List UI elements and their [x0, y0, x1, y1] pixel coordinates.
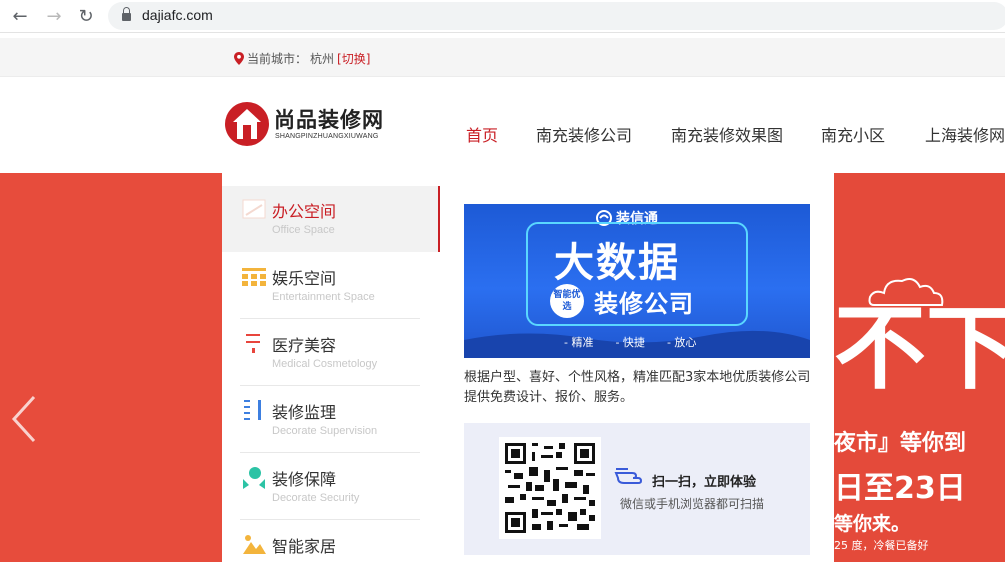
promo-banner[interactable]: 装信通 大数据 智能优选 装修公司 - 精准 - 快捷 - 放心: [464, 204, 810, 358]
promo-tag: - 快捷: [615, 336, 645, 349]
poster-line: 25 度，冷餐已备好: [834, 539, 929, 552]
site-header: 尚品装修网 SHANGPINZHUANGXIUWANG 首页 南充装修公司 南充…: [0, 77, 1005, 173]
current-city-label: 当前城市：: [247, 52, 308, 66]
city-switch-link[interactable]: [切换]: [337, 50, 370, 67]
menu-item-security[interactable]: 装修保障 Decorate Security: [240, 454, 420, 520]
main-nav: 首页 南充装修公司 南充装修效果图 南充小区 上海装修网: [466, 122, 1005, 146]
poster-line: 夜市』等你到: [834, 431, 967, 456]
nav-item-decoration-effects[interactable]: 南充装修效果图: [671, 122, 821, 146]
city-bar: 当前城市： 杭州 [切换]: [0, 38, 1005, 77]
location-pin-icon: [234, 52, 244, 65]
back-arrow-icon[interactable]: ←: [8, 4, 32, 28]
menu-subtitle: Decorate Security: [272, 492, 360, 504]
logo-mark-icon: [224, 101, 270, 147]
menu-item-supervision[interactable]: 装修监理 Decorate Supervision: [240, 387, 420, 453]
qr-section: 扫一扫，立即体验 微信或手机浏览器都可扫描: [464, 423, 810, 555]
security-icon: [242, 465, 266, 489]
url-text[interactable]: dajiafc.com: [142, 7, 213, 23]
qr-title: 扫一扫，立即体验: [652, 475, 757, 490]
qr-subtitle: 微信或手机浏览器都可扫描: [620, 497, 765, 511]
supervision-icon: [242, 398, 266, 422]
chevron-left-icon[interactable]: [10, 395, 40, 443]
event-poster[interactable]: 不下 夜市』等你到 日至23日 等你来。 25 度，冷餐已备好: [834, 173, 1005, 562]
menu-subtitle: Decorate Supervision: [272, 425, 378, 437]
menu-title: 装修保障: [272, 470, 337, 489]
menu-subtitle: Medical Cosmetology: [272, 358, 378, 370]
lock-icon: [122, 7, 131, 22]
promo-tag: - 放心: [666, 336, 697, 349]
promo-badge: 智能优选: [550, 284, 584, 318]
entertainment-icon: [242, 264, 266, 288]
menu-item-smart-home[interactable]: 智能家居: [240, 521, 420, 562]
smart-home-icon: [242, 532, 266, 556]
browser-toolbar: ← → ↻ dajiafc.com: [0, 0, 1005, 33]
nav-item-shanghai[interactable]: 上海装修网: [925, 122, 1005, 146]
promo-description: 根据户型、喜好、个性风格，精准匹配3家本地优质装修公司提供免费设计、报价、服务。: [464, 370, 811, 405]
logo-title: 尚品装修网: [274, 108, 384, 132]
menu-item-office[interactable]: 办公空间 Office Space: [222, 186, 440, 252]
promo-headline: 大数据: [554, 240, 680, 286]
category-menu: 办公空间 Office Space 娱乐空间 Entertainment Spa…: [222, 173, 440, 562]
reload-icon[interactable]: ↻: [74, 4, 98, 28]
menu-item-medical[interactable]: 医疗美容 Medical Cosmetology: [240, 320, 420, 386]
menu-title: 办公空间: [272, 202, 337, 221]
menu-subtitle: Office Space: [272, 224, 335, 236]
menu-title: 智能家居: [272, 537, 337, 556]
poster-headline: 不下: [834, 295, 1005, 402]
office-icon: [242, 197, 266, 221]
site-logo[interactable]: 尚品装修网 SHANGPINZHUANGXIUWANG: [224, 101, 404, 147]
nav-item-home[interactable]: 首页: [466, 122, 536, 146]
promo-panel: 装信通 大数据 智能优选 装修公司 - 精准 - 快捷 - 放心 根据户型、喜好…: [440, 173, 834, 562]
current-city: 杭州: [310, 52, 335, 66]
promo-tags: - 精准 - 快捷 - 放心: [564, 334, 696, 350]
nav-item-residential[interactable]: 南充小区: [821, 122, 925, 146]
promo-tag: - 精准: [564, 336, 594, 349]
menu-title: 装修监理: [272, 403, 337, 422]
menu-title: 娱乐空间: [272, 269, 337, 288]
promo-subheadline: 装修公司: [594, 290, 694, 318]
pointing-hand-icon: [614, 465, 643, 489]
qr-code: [499, 437, 601, 539]
menu-title: 医疗美容: [272, 336, 337, 355]
nav-item-decoration-company[interactable]: 南充装修公司: [536, 122, 671, 146]
address-bar[interactable]: dajiafc.com: [108, 2, 1005, 30]
menu-subtitle: Entertainment Space: [272, 291, 375, 303]
forward-arrow-icon[interactable]: →: [42, 4, 66, 28]
poster-line: 日至23日: [834, 471, 966, 506]
logo-subtitle: SHANGPINZHUANGXIUWANG: [275, 133, 379, 140]
menu-item-entertainment[interactable]: 娱乐空间 Entertainment Space: [240, 253, 420, 319]
poster-line: 等你来。: [834, 513, 911, 535]
medical-icon: [242, 331, 266, 355]
